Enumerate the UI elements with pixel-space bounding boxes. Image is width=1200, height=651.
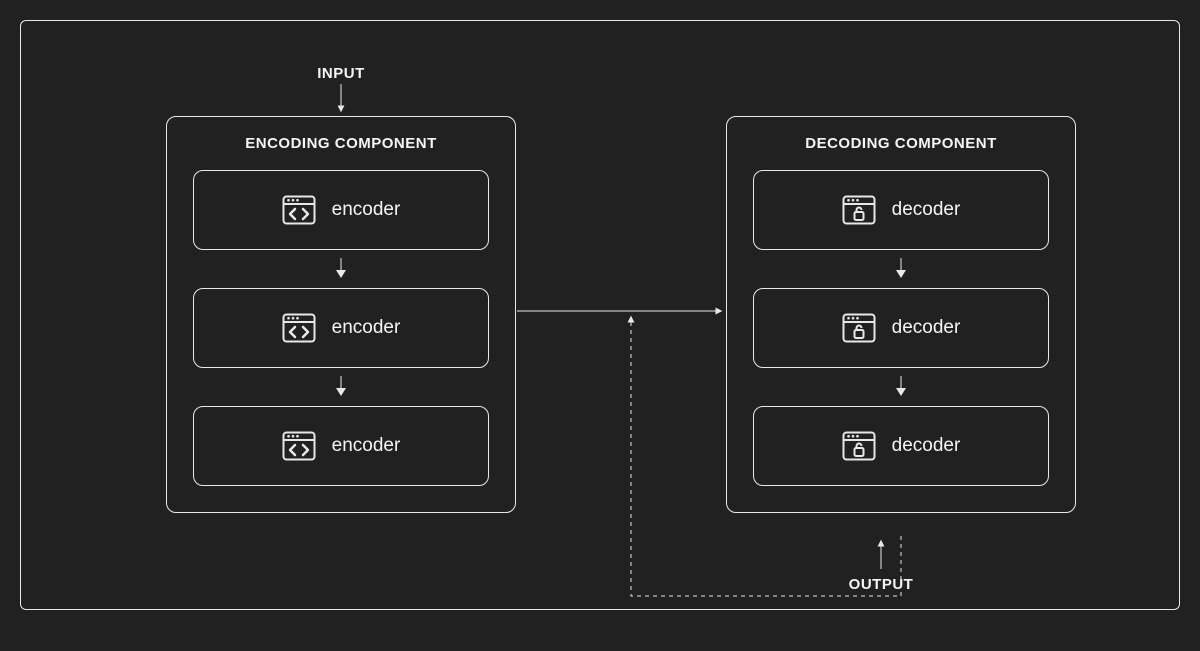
lock-window-icon [842,195,876,225]
encoding-title: ENCODING COMPONENT [193,135,489,152]
encoding-component: ENCODING COMPONENT encoder [166,116,516,513]
output-label: OUTPUT [821,576,941,593]
encoder-label: encoder [332,199,401,221]
decoder-block: decoder [753,406,1049,486]
code-window-icon [282,195,316,225]
code-window-icon [282,431,316,461]
decoder-block: decoder [753,170,1049,250]
input-label: INPUT [281,65,401,82]
encoder-label: encoder [332,435,401,457]
arrow-down [193,368,489,406]
arrow-down [193,250,489,288]
lock-window-icon [842,313,876,343]
arrow-down [753,368,1049,406]
diagram-frame: INPUT ENCODING COMPONENT [20,20,1180,610]
code-window-icon [282,313,316,343]
encoder-block: encoder [193,406,489,486]
encoder-block: encoder [193,288,489,368]
decoder-block: decoder [753,288,1049,368]
decoder-label: decoder [892,435,961,457]
lock-window-icon [842,431,876,461]
decoder-label: decoder [892,199,961,221]
encoder-label: encoder [332,317,401,339]
arrow-down [753,250,1049,288]
decoding-title: DECODING COMPONENT [753,135,1049,152]
decoding-component: DECODING COMPONENT decoder [726,116,1076,513]
decoder-label: decoder [892,317,961,339]
encoder-block: encoder [193,170,489,250]
